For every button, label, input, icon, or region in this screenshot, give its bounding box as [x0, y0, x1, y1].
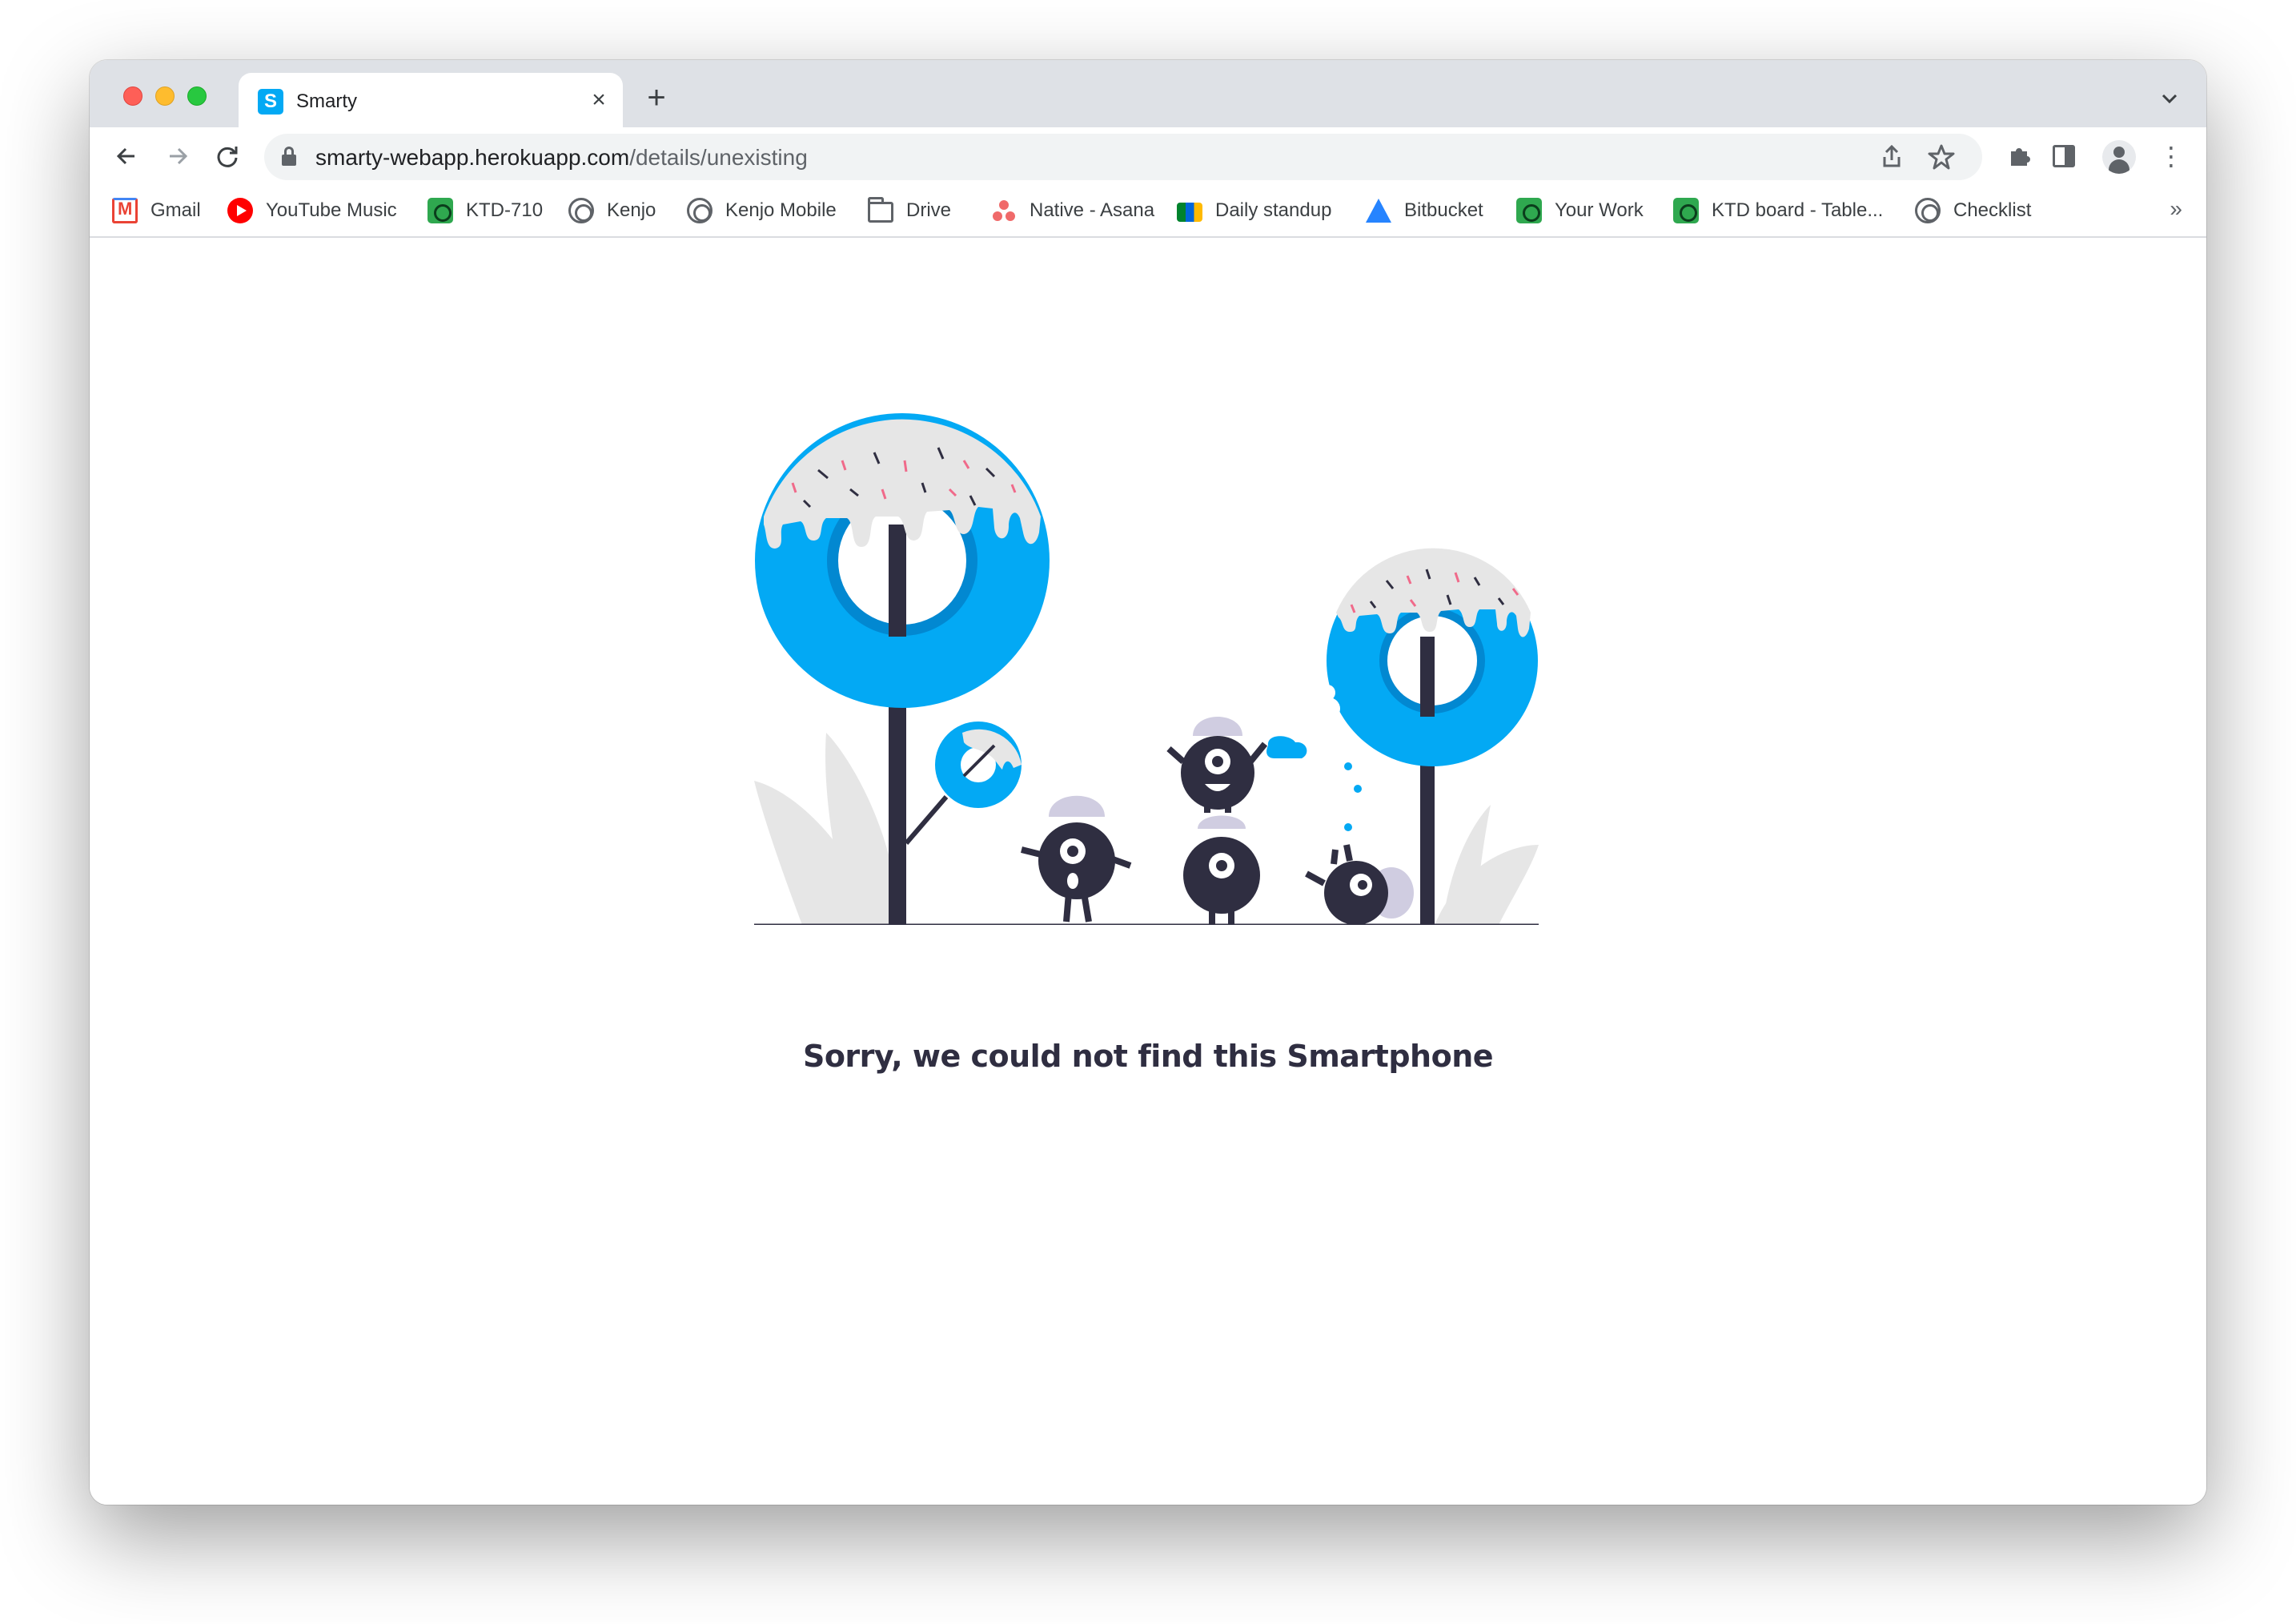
extensions-puzzle-icon[interactable] [2001, 139, 2037, 174]
new-tab-button[interactable]: + [640, 82, 672, 115]
youtube-music-icon [227, 198, 253, 223]
browser-toolbar: smarty-webapp.herokuapp.com/details/unex… [90, 127, 2206, 185]
bookmark-label: Daily standup [1215, 199, 1332, 221]
bookmark-kenjo-mobile[interactable]: Kenjo Mobile [687, 196, 837, 225]
lock-icon[interactable] [282, 147, 296, 166]
url-host: smarty-webapp.herokuapp.com [315, 145, 630, 170]
monster-lying [1305, 844, 1414, 925]
bookmark-ktd-board[interactable]: KTD board - Table... [1673, 196, 1883, 225]
arrow-right-icon [170, 147, 188, 165]
tab-smarty[interactable]: S Smarty × [239, 73, 623, 127]
url-path: /details/unexisting [629, 145, 808, 170]
arrow-left-icon [116, 147, 134, 165]
forward-button[interactable] [160, 139, 195, 174]
bookmark-bitbucket[interactable]: Bitbucket [1366, 196, 1483, 225]
bookmark-label: Checklist [1953, 199, 2032, 221]
bookmark-ktd-710[interactable]: KTD-710 [427, 196, 543, 225]
tab-search-chevron-icon[interactable] [2155, 84, 2184, 113]
kenjo-icon [687, 198, 712, 223]
url-text[interactable]: smarty-webapp.herokuapp.com/details/unex… [315, 145, 808, 171]
monster-stack [1166, 717, 1307, 925]
bookmark-youtube-music[interactable]: YouTube Music [227, 196, 397, 225]
bitbucket-icon [1366, 199, 1391, 223]
profile-avatar-icon[interactable] [2102, 140, 2136, 174]
bookmark-checklist[interactable]: Checklist [1915, 196, 2031, 225]
bookmarks-overflow-icon[interactable]: » [2170, 196, 2182, 222]
window-zoom-button[interactable] [187, 86, 207, 106]
bookmark-native-asana[interactable]: Native - Asana [991, 196, 1154, 225]
back-button[interactable] [109, 139, 144, 174]
bookmark-label: KTD board - Table... [1712, 199, 1884, 221]
tab-close-icon[interactable]: × [586, 87, 612, 113]
reload-button[interactable] [210, 139, 245, 174]
jira-icon [427, 198, 453, 223]
bookmark-kenjo[interactable]: Kenjo [568, 196, 656, 225]
smarty-favicon-icon: S [258, 89, 283, 115]
bookmark-label: Drive [906, 199, 952, 221]
leaf-right-icon [1435, 805, 1539, 925]
tab-title: Smarty [296, 90, 358, 112]
bookmark-label: Your Work [1555, 199, 1644, 221]
kenjo-icon [568, 198, 594, 223]
tab-strip: S Smarty × + [90, 60, 2206, 127]
jira-icon [1516, 198, 1542, 223]
bookmark-daily-standup[interactable]: Daily standup [1177, 196, 1331, 225]
browser-menu-icon[interactable]: ⋮ [2154, 139, 2189, 174]
monster-left [1021, 795, 1132, 923]
bookmark-label: Bitbucket [1404, 199, 1483, 221]
bookmark-label: YouTube Music [266, 199, 397, 221]
bookmarks-bar: Gmail YouTube Music KTD-710 Kenjo Kenjo … [90, 185, 2206, 238]
address-bar[interactable]: smarty-webapp.herokuapp.com/details/unex… [264, 134, 1982, 180]
bookmark-label: Kenjo [607, 199, 656, 221]
not-found-message: Sorry, we could not find this Smartphone [802, 1039, 1494, 1074]
not-found-illustration [754, 413, 1539, 925]
window-minimize-button[interactable] [155, 86, 175, 106]
jira-icon [1673, 198, 1699, 223]
browser-window: S Smarty × + smarty-webapp.herokuapp.com… [90, 60, 2206, 1505]
bookmark-your-work[interactable]: Your Work [1516, 196, 1644, 225]
bookmark-label: KTD-710 [466, 199, 544, 221]
bookmark-gmail[interactable]: Gmail [112, 196, 201, 225]
window-close-button[interactable] [123, 86, 142, 106]
bookmark-label: Native - Asana [1030, 199, 1155, 221]
asana-icon [991, 198, 1017, 223]
bookmark-label: Kenjo Mobile [725, 199, 837, 221]
bookmark-label: Gmail [151, 199, 201, 221]
share-icon[interactable] [1875, 140, 1909, 174]
kenjo-icon [1915, 198, 1941, 223]
bookmark-drive[interactable]: Drive [868, 196, 951, 225]
leaf-left-icon [754, 733, 890, 925]
reload-icon [217, 147, 238, 167]
gmail-icon [112, 198, 138, 223]
side-panel-icon[interactable] [2053, 145, 2075, 167]
bookmark-star-icon[interactable] [1925, 140, 1958, 174]
page-content: Sorry, we could not find this Smartphone [90, 238, 2206, 1505]
google-meet-icon [1177, 203, 1202, 222]
folder-icon [868, 197, 893, 223]
